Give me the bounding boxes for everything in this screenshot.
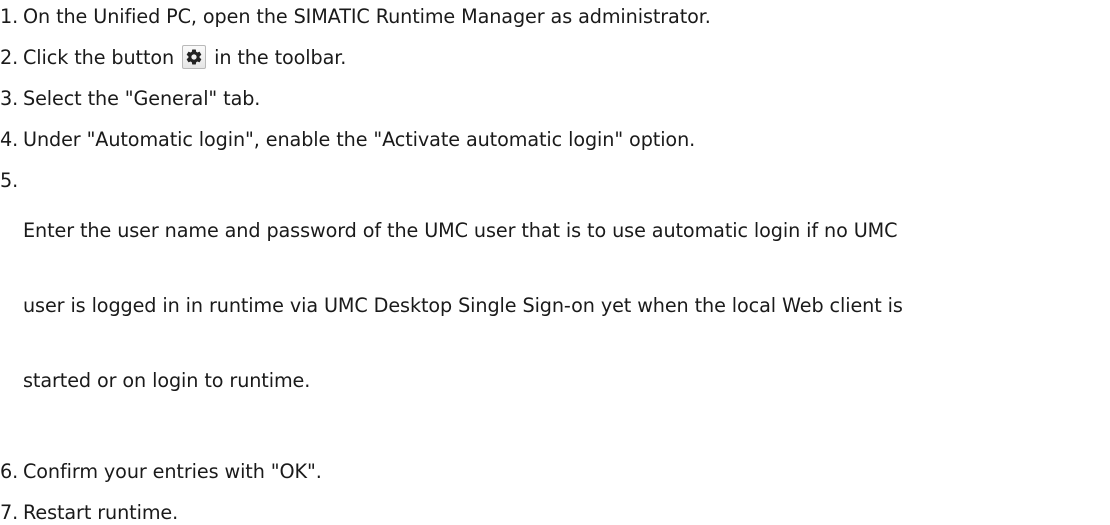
step-text: Restart runtime. xyxy=(23,501,179,524)
step-text: Enter the user name and password of the … xyxy=(23,168,1110,443)
step-text-after: in the toolbar. xyxy=(208,46,347,69)
step-4: 4. Under "Automatic login", enable the "… xyxy=(0,127,1110,152)
step-text-line: user is logged in in runtime via UMC Des… xyxy=(23,294,903,317)
step-text: Confirm your entries with "OK". xyxy=(23,460,322,483)
step-number: 7. xyxy=(0,501,19,524)
step-text: On the Unified PC, open the SIMATIC Runt… xyxy=(23,5,711,28)
gear-icon xyxy=(186,49,202,65)
step-number: 6. xyxy=(0,460,19,483)
step-number: 1. xyxy=(0,5,19,28)
step-number: 3. xyxy=(0,87,19,110)
step-1: 1. On the Unified PC, open the SIMATIC R… xyxy=(0,4,1110,29)
step-2: 2. Click the button in the toolbar. xyxy=(0,45,1110,70)
steps-list: 1. On the Unified PC, open the SIMATIC R… xyxy=(0,4,1110,525)
instruction-document: 1. On the Unified PC, open the SIMATIC R… xyxy=(0,0,1110,524)
step-6: 6. Confirm your entries with "OK". xyxy=(0,459,1110,484)
step-number: 4. xyxy=(0,128,19,151)
settings-toolbar-button-illustration xyxy=(182,45,207,69)
step-7: 7. Restart runtime. xyxy=(0,500,1110,525)
step-3: 3. Select the "General" tab. xyxy=(0,86,1110,111)
step-5: 5. Enter the user name and password of t… xyxy=(0,168,1110,443)
step-text-line: started or on login to runtime. xyxy=(23,369,311,392)
step-text: Select the "General" tab. xyxy=(23,87,261,110)
step-text: Click the button in the toolbar. xyxy=(23,45,1110,70)
step-text: Under "Automatic login", enable the "Act… xyxy=(23,128,696,151)
step-number: 5. xyxy=(0,169,19,192)
step-number: 2. xyxy=(0,46,19,69)
step-text-line: Enter the user name and password of the … xyxy=(23,219,898,242)
step-text-before: Click the button xyxy=(23,46,181,69)
